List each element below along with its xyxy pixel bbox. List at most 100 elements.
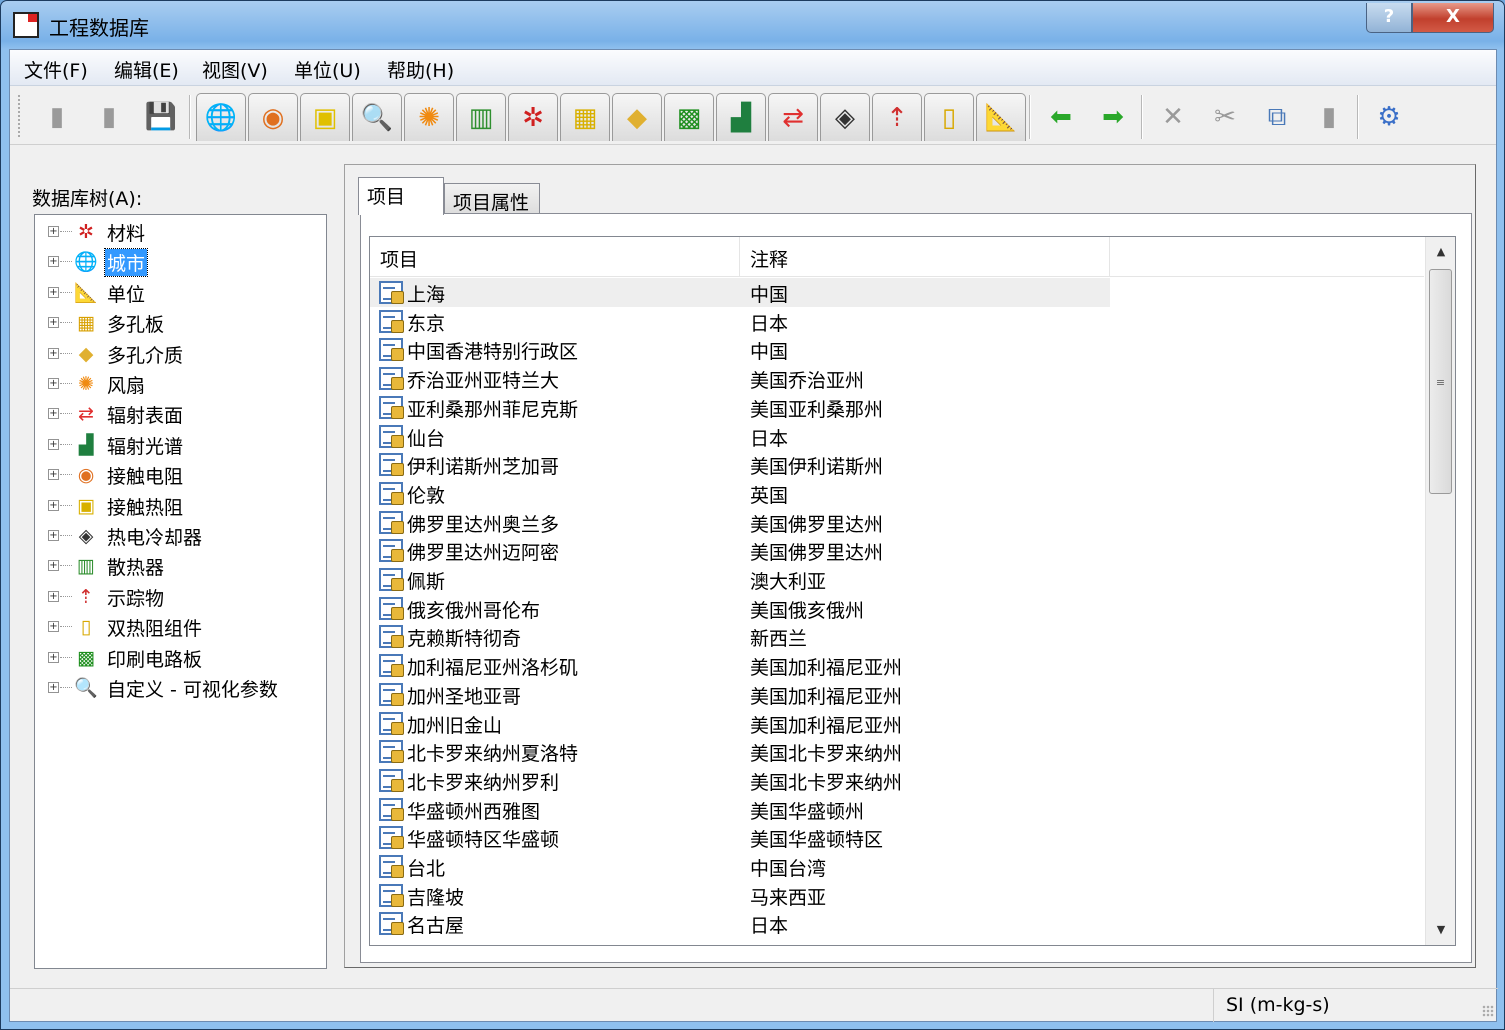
expand-icon[interactable]: +	[48, 651, 59, 663]
radiation-spectrum-button[interactable]: ▟	[716, 93, 766, 141]
pcb-button[interactable]: ▩	[664, 93, 714, 141]
table-row[interactable]: 乔治亚州亚特兰大 美国乔治亚州	[370, 364, 1424, 393]
table-row[interactable]: 中国香港特别行政区 中国	[370, 335, 1424, 364]
scroll-up-arrow-icon[interactable]: ▲	[1426, 241, 1455, 263]
menu-help[interactable]: 帮助(H)	[387, 56, 454, 83]
contact-resistance-button[interactable]: ◉	[248, 93, 298, 141]
menu-file[interactable]: 文件(F)	[24, 56, 88, 83]
resize-grip[interactable]	[1482, 1005, 1494, 1017]
expand-icon[interactable]: +	[48, 286, 59, 298]
vertical-scrollbar[interactable]: ▲ ≡ ▼	[1425, 237, 1455, 945]
menu-units[interactable]: 单位(U)	[294, 56, 361, 83]
column-header-item[interactable]: 项目	[370, 237, 740, 277]
radiation-surface-button[interactable]: ⇄	[768, 93, 818, 141]
table-row[interactable]: 北卡罗来纳州罗利 美国北卡罗来纳州	[370, 766, 1424, 795]
units-button[interactable]: 📐	[976, 93, 1026, 141]
table-row[interactable]: 伦敦 英国	[370, 479, 1424, 508]
forward-arrow-button[interactable]: ➡	[1088, 93, 1138, 141]
expand-icon[interactable]: +	[48, 438, 59, 450]
cut-button[interactable]: ✂	[1200, 93, 1250, 141]
table-row[interactable]: 加州圣地亚哥 美国加利福尼亚州	[370, 680, 1424, 709]
table-row[interactable]: 华盛顿特区华盛顿 美国华盛顿特区	[370, 823, 1424, 852]
table-row[interactable]: 佩斯 澳大利亚	[370, 565, 1424, 594]
settings-gear-button[interactable]: ⚙	[1364, 93, 1414, 141]
expand-icon[interactable]: +	[48, 530, 59, 541]
back-arrow-button[interactable]: ⬅	[1036, 93, 1086, 141]
table-row[interactable]: 伊利诺斯州芝加哥 美国伊利诺斯州	[370, 450, 1424, 479]
paste-button[interactable]: ▮	[1304, 93, 1354, 141]
open-button[interactable]: ▮	[84, 93, 134, 141]
tracer-button[interactable]: ⇡	[872, 93, 922, 141]
database-tree[interactable]: + ✲ 材料 + 🌐 城市 + 📐 单位 + ▦ 多孔板 + ◆ 多孔介质 + ✺ 风扇 + ⇄ 辐射表面 + ▟ 辐射光谱 +…	[34, 214, 327, 969]
tree-node[interactable]: + ✺ 风扇	[35, 370, 325, 398]
expand-icon[interactable]: +	[48, 226, 59, 237]
expand-icon[interactable]: +	[48, 317, 59, 329]
two-resistor-button[interactable]: ▯	[924, 93, 974, 141]
tree-node[interactable]: + 🌐 城市	[35, 248, 325, 278]
menu-edit[interactable]: 编辑(E)	[114, 56, 179, 83]
copy-button[interactable]: ⧉	[1252, 93, 1302, 141]
table-row[interactable]: 仙台 日本	[370, 422, 1424, 451]
expand-icon[interactable]: +	[48, 682, 59, 693]
tree-node[interactable]: + ⇡ 示踪物	[35, 583, 325, 611]
scroll-down-arrow-icon[interactable]: ▼	[1426, 919, 1455, 941]
tree-node[interactable]: + ▥ 散热器	[35, 552, 325, 580]
table-row[interactable]: 佛罗里达州奥兰多 美国佛罗里达州	[370, 508, 1424, 537]
expand-icon[interactable]: +	[48, 347, 59, 359]
tree-node[interactable]: + 🔍 自定义 - 可视化参数	[35, 674, 325, 702]
expand-icon[interactable]: +	[48, 621, 59, 633]
tree-node[interactable]: + ▩ 印刷电路板	[35, 644, 325, 672]
table-row[interactable]: 佛罗里达州迈阿密 美国佛罗里达州	[370, 536, 1424, 565]
table-row[interactable]: 吉隆坡 马来西亚	[370, 881, 1424, 910]
tree-node[interactable]: + ▣ 接触热阻	[35, 492, 325, 520]
table-row[interactable]: 东京 日本	[370, 307, 1424, 336]
table-row[interactable]: 上海 中国	[370, 278, 1424, 307]
column-header-comment[interactable]: 注释	[740, 237, 1110, 277]
material-button[interactable]: ✲	[508, 93, 558, 141]
fan-button[interactable]: ✺	[404, 93, 454, 141]
expand-icon[interactable]: +	[48, 499, 59, 511]
thermoelectric-cooler-button[interactable]: ◈	[820, 93, 870, 141]
expand-icon[interactable]: +	[48, 378, 59, 389]
item-list[interactable]: 项目 注释 上海 中国 东京 日本 中国香港特别行政区 中国 乔治亚州亚特兰大 美国乔治亚州亚…	[369, 236, 1456, 946]
tree-node[interactable]: + ◈ 热电冷却器	[35, 522, 325, 550]
table-row[interactable]: 北卡罗来纳州夏洛特 美国北卡罗来纳州	[370, 737, 1424, 766]
expand-icon[interactable]: +	[48, 469, 59, 481]
save-button[interactable]: 💾	[136, 93, 186, 141]
table-row[interactable]: 亚利桑那州菲尼克斯 美国亚利桑那州	[370, 393, 1424, 422]
tree-node[interactable]: + ▟ 辐射光谱	[35, 431, 325, 459]
tree-node[interactable]: + ▦ 多孔板	[35, 309, 325, 337]
tree-node[interactable]: + ✲ 材料	[35, 218, 325, 246]
tab-item-properties[interactable]: 项目属性	[444, 183, 540, 215]
close-button[interactable]: X	[1412, 3, 1494, 33]
new-button[interactable]: ▮	[32, 93, 82, 141]
help-button[interactable]: ?	[1366, 3, 1412, 33]
perforated-plate-button[interactable]: ▦	[560, 93, 610, 141]
menu-view[interactable]: 视图(V)	[202, 56, 268, 83]
tab-items[interactable]: 项目	[358, 177, 444, 215]
heatsink-button[interactable]: ▥	[456, 93, 506, 141]
delete-button[interactable]: ✕	[1148, 93, 1198, 141]
city-globe-button[interactable]: 🌐	[196, 93, 246, 141]
table-row[interactable]: 俄亥俄州哥伦布 美国俄亥俄州	[370, 594, 1424, 623]
expand-icon[interactable]: +	[48, 408, 59, 420]
scroll-thumb[interactable]: ≡	[1429, 269, 1452, 494]
porous-media-button[interactable]: ◆	[612, 93, 662, 141]
table-row[interactable]: 华盛顿州西雅图 美国华盛顿州	[370, 795, 1424, 824]
table-row[interactable]: 台北 中国台湾	[370, 852, 1424, 881]
tree-node[interactable]: + 📐 单位	[35, 279, 325, 307]
tree-node[interactable]: + ⇄ 辐射表面	[35, 400, 325, 428]
toolbar-grip[interactable]	[18, 95, 21, 137]
expand-icon[interactable]: +	[48, 560, 59, 572]
table-row[interactable]: 加州旧金山 美国加利福尼亚州	[370, 709, 1424, 738]
tree-node[interactable]: + ▯ 双热阻组件	[35, 613, 325, 641]
expand-icon[interactable]: +	[48, 590, 59, 602]
custom-visualization-button[interactable]: 🔍	[352, 93, 402, 141]
tree-node[interactable]: + ◆ 多孔介质	[35, 340, 325, 368]
table-row[interactable]: 加利福尼亚州洛杉矶 美国加利福尼亚州	[370, 651, 1424, 680]
tree-node[interactable]: + ◉ 接触电阻	[35, 461, 325, 489]
table-row[interactable]: 克赖斯特彻奇 新西兰	[370, 622, 1424, 651]
expand-icon[interactable]: +	[48, 256, 59, 268]
contact-thermal-button[interactable]: ▣	[300, 93, 350, 141]
table-row[interactable]: 名古屋 日本	[370, 909, 1424, 938]
